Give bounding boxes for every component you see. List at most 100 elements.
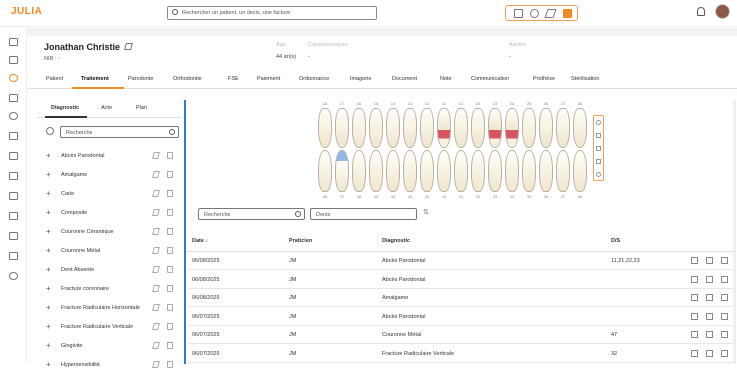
list-icon[interactable]: [9, 252, 18, 260]
trash-icon[interactable]: [721, 257, 728, 264]
trash-icon[interactable]: [167, 304, 173, 311]
stats-icon[interactable]: [9, 212, 18, 220]
tooth[interactable]: [505, 108, 519, 148]
user-avatar[interactable]: [715, 4, 730, 19]
tooth[interactable]: [352, 150, 366, 192]
edit-icon[interactable]: [706, 257, 713, 264]
pen-icon[interactable]: [544, 9, 557, 18]
settings-icon[interactable]: [9, 272, 18, 280]
col-diagnostic[interactable]: Diagnostic: [382, 238, 410, 244]
list-item[interactable]: + Dent Absente: [37, 261, 181, 281]
tooth[interactable]: [556, 108, 570, 148]
add-icon[interactable]: +: [46, 303, 51, 312]
subtab-plan[interactable]: Plan: [136, 105, 147, 111]
list-item[interactable]: + Composite: [37, 204, 181, 224]
xray-icon[interactable]: [9, 192, 18, 200]
global-search-input[interactable]: Rechercher un patient, un devis, une fac…: [167, 6, 377, 20]
tooth[interactable]: [318, 150, 332, 192]
tooth[interactable]: [369, 108, 383, 148]
phone-icon[interactable]: [9, 112, 18, 120]
tab-fse[interactable]: FSE: [228, 76, 239, 82]
edit-icon[interactable]: [706, 294, 713, 301]
tooth[interactable]: [573, 150, 587, 192]
app-logo[interactable]: JULIA: [11, 6, 42, 17]
add-icon[interactable]: +: [46, 265, 51, 274]
trash-icon[interactable]: [167, 285, 173, 292]
menu-icon[interactable]: [563, 9, 572, 18]
tooth[interactable]: [437, 108, 451, 148]
sort-icon[interactable]: ⇅: [423, 208, 429, 216]
calculator-icon[interactable]: [9, 132, 18, 140]
tab-sterilisation[interactable]: Stérilisation: [571, 76, 599, 82]
tab-imagerie[interactable]: Imagerie: [350, 76, 371, 82]
tooth[interactable]: [420, 150, 434, 192]
list-item[interactable]: + Couronne Céramique: [37, 223, 181, 243]
trash-icon[interactable]: [167, 247, 173, 254]
tooth[interactable]: [454, 108, 468, 148]
trash-icon[interactable]: [167, 361, 173, 368]
trash-icon[interactable]: [167, 171, 173, 178]
tooth[interactable]: [556, 150, 570, 192]
history-search-input[interactable]: Recherche: [198, 208, 305, 220]
layers-icon[interactable]: [596, 146, 601, 151]
comment-icon[interactable]: [691, 294, 698, 301]
add-icon[interactable]: +: [46, 322, 51, 331]
edit-icon[interactable]: [706, 312, 713, 320]
tooth[interactable]: [403, 150, 417, 192]
comment-icon[interactable]: [691, 275, 698, 283]
tooth[interactable]: [335, 108, 349, 148]
dashboard-icon[interactable]: [9, 56, 18, 64]
tooth[interactable]: [403, 108, 417, 148]
trash-icon[interactable]: [167, 209, 173, 216]
add-icon[interactable]: +: [46, 189, 51, 198]
tooth[interactable]: [488, 150, 502, 192]
tab-orthodontie[interactable]: Orthodontie: [173, 76, 202, 82]
tab-ordonnance[interactable]: Ordonnance: [299, 76, 329, 82]
select-icon[interactable]: [596, 120, 601, 125]
tab-patient[interactable]: Patient: [46, 76, 63, 82]
trash-icon[interactable]: [167, 323, 173, 330]
tooth[interactable]: [471, 108, 485, 148]
add-icon[interactable]: +: [46, 246, 51, 255]
tooth[interactable]: [369, 150, 383, 192]
trash-icon[interactable]: [721, 275, 728, 283]
list-item[interactable]: + Gingivite: [37, 337, 181, 357]
tooth[interactable]: [437, 150, 451, 192]
tooth[interactable]: [488, 108, 502, 148]
tooth[interactable]: [505, 150, 519, 192]
list-item[interactable]: + Amalgame: [37, 166, 181, 186]
add-icon[interactable]: +: [46, 341, 51, 350]
tooth[interactable]: [352, 108, 366, 148]
bell-icon[interactable]: [697, 7, 705, 16]
col-practitioner[interactable]: Praticien: [289, 238, 312, 244]
tooth[interactable]: [471, 150, 485, 192]
tab-parodonte[interactable]: Parodonte: [128, 76, 153, 82]
list-item[interactable]: + Abcès Parodontal: [37, 147, 181, 167]
calculator-icon[interactable]: [514, 9, 523, 18]
tooth[interactable]: [522, 108, 536, 148]
lab-icon[interactable]: [9, 152, 18, 160]
tooth[interactable]: [539, 150, 553, 192]
patients-icon[interactable]: [9, 74, 18, 82]
trash-icon[interactable]: [721, 294, 728, 301]
list-item[interactable]: + Hypersensibilité: [37, 356, 181, 376]
list-item[interactable]: + Fracture coronnaire: [37, 280, 181, 300]
trash-icon[interactable]: [721, 312, 728, 320]
tools-icon[interactable]: [9, 172, 18, 180]
comment-icon[interactable]: [691, 257, 698, 264]
comment-icon[interactable]: [691, 331, 698, 338]
trash-icon[interactable]: [167, 152, 173, 159]
tooth[interactable]: [573, 108, 587, 148]
view-icon[interactable]: [596, 172, 601, 177]
tab-prothese[interactable]: Prothèse: [533, 76, 555, 82]
trash-icon[interactable]: [721, 349, 728, 357]
subtab-acte[interactable]: Acte: [101, 105, 112, 111]
table-row[interactable]: 06/08/2025 JM Amalgame: [188, 289, 733, 307]
col-date[interactable]: Date ↓: [192, 238, 208, 244]
list-item[interactable]: + Couronne Métal: [37, 242, 181, 262]
col-teeth[interactable]: D/S: [611, 238, 620, 244]
tooth[interactable]: [335, 150, 349, 192]
table-row[interactable]: 06/07/2025 JM Couronne Métal 47: [188, 326, 733, 344]
tooth[interactable]: [420, 108, 434, 148]
trash-icon[interactable]: [167, 266, 173, 273]
